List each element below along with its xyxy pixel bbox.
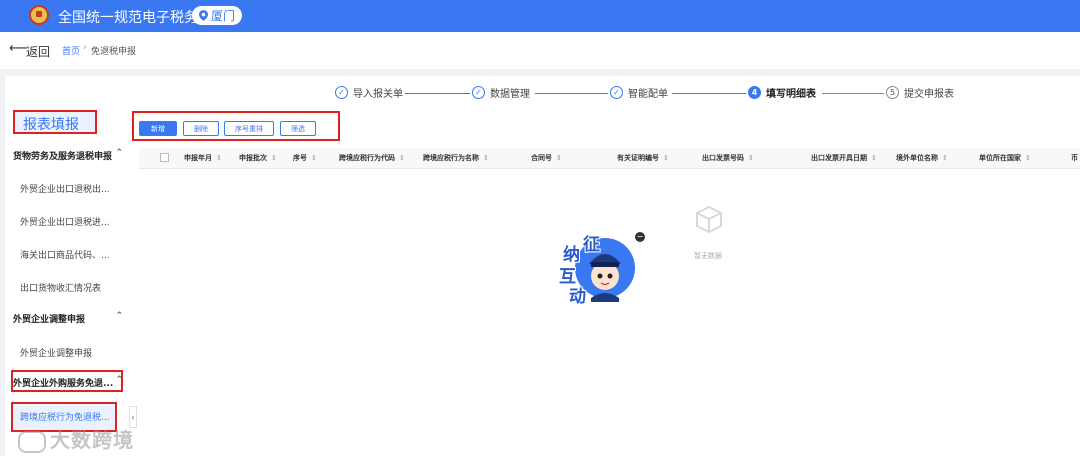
mascot-text: 动 (569, 287, 586, 307)
sidebar-item-active[interactable]: 跨境应税行为免退税... (20, 410, 110, 423)
table-header: 申报年月 ⇕ 申报批次 ⇕ 序号 ⇕ 跨境应税行为代码 ⇕ 跨境应税行为名称 ⇕ 合同号 ⇕… (139, 148, 1080, 169)
chevron-up-icon: ⌃ (115, 311, 123, 321)
back-arrow-icon[interactable]: ⟵ (9, 41, 28, 56)
empty-box-icon (696, 205, 722, 234)
progress-stepper: ✓ 导入报关单 ✓ 数据管理 ✓ 智能配单 4 填写明细表 5 提交申报表 (5, 76, 1080, 110)
sort-icon: ⇕ (748, 154, 754, 162)
sidebar-item[interactable]: 外贸企业出口退税出... (20, 182, 110, 195)
sort-icon: ⇕ (399, 154, 405, 162)
breadcrumb-current: 免退税申报 (91, 47, 137, 57)
breadcrumb-separator: › (83, 43, 87, 53)
select-all-checkbox[interactable] (160, 153, 169, 162)
sidebar-item[interactable]: 外贸企业出口退税进... (20, 215, 110, 228)
sidebar-group-purchased-services[interactable]: 外贸企业外购服务免退... ⌃ (5, 373, 129, 391)
sort-icon: ⇕ (311, 154, 317, 162)
tax-emblem-icon (29, 5, 49, 25)
step-number: 5 (886, 86, 899, 99)
column-header[interactable]: 申报年月 ⇕ (184, 153, 222, 163)
top-bar: 全国统一规范电子税务局 厦门 (0, 0, 1080, 32)
sidebar-group-goods-services[interactable]: 货物劳务及服务退税申报 ⌃ (5, 146, 129, 164)
delete-button[interactable]: 删除 (183, 121, 219, 136)
column-header[interactable]: 币 (1071, 153, 1078, 163)
chevron-up-icon: ⌃ (115, 375, 123, 385)
empty-state-text: 暂无数据 (694, 252, 722, 260)
back-button[interactable]: 返回 (26, 43, 50, 60)
step-label: 填写明细表 (766, 89, 816, 100)
column-header[interactable]: 合同号 ⇕ (531, 153, 562, 163)
mascot-close-button[interactable]: − (635, 232, 645, 242)
step-submit[interactable]: 5 提交申报表 (886, 85, 954, 100)
sort-icon: ⇕ (942, 154, 948, 162)
location-pin-icon (198, 10, 208, 21)
watermark-text: 大数跨境 (50, 428, 134, 452)
step-data-management[interactable]: ✓ 数据管理 (472, 85, 530, 100)
step-smart-matching[interactable]: ✓ 智能配单 (610, 85, 668, 100)
step-label: 智能配单 (628, 89, 668, 100)
step-number: 4 (748, 86, 761, 99)
add-button[interactable]: 新增 (139, 121, 177, 136)
step-label: 导入报关单 (353, 89, 403, 100)
sidebar-item[interactable]: 出口货物收汇情况表 (20, 281, 101, 294)
main-panel: ✓ 导入报关单 ✓ 数据管理 ✓ 智能配单 4 填写明细表 5 提交申报表 报表… (5, 76, 1080, 456)
check-icon: ✓ (610, 86, 623, 99)
column-header[interactable]: 序号 ⇕ (293, 153, 317, 163)
sort-icon: ⇕ (216, 154, 222, 162)
sort-icon: ⇕ (483, 154, 489, 162)
city-label: 厦门 (210, 9, 235, 23)
column-header[interactable]: 申报批次 ⇕ (239, 153, 277, 163)
breadcrumb-home[interactable]: 首页 (62, 44, 80, 57)
column-header[interactable]: 跨境应税行为代码 ⇕ (339, 153, 405, 163)
sidebar-group-adjustment[interactable]: 外贸企业调整申报 ⌃ (5, 309, 129, 327)
sidebar-title: 报表填报 (13, 110, 97, 134)
chevron-up-icon: ⌃ (115, 148, 123, 158)
step-fill-details[interactable]: 4 填写明细表 (748, 85, 816, 100)
filter-button[interactable]: 筛选 (280, 121, 316, 136)
sort-icon: ⇕ (1025, 154, 1031, 162)
mascot-text: 征 (583, 235, 600, 255)
sort-icon: ⇕ (871, 154, 877, 162)
step-connector (535, 93, 608, 94)
app-title: 全国统一规范电子税务局 (58, 10, 212, 26)
check-icon: ✓ (335, 86, 348, 99)
step-label: 提交申报表 (904, 89, 954, 100)
watermark-logo-icon (18, 430, 46, 453)
watermark: 大数跨境 (18, 424, 134, 453)
column-header[interactable]: 单位所在国家 ⇕ (979, 153, 1031, 163)
step-import-declaration[interactable]: ✓ 导入报关单 (335, 85, 403, 100)
sidebar-item[interactable]: 外贸企业调整申报 (20, 346, 92, 359)
column-header[interactable]: 境外单位名称 ⇕ (896, 153, 948, 163)
step-connector (822, 93, 884, 94)
step-label: 数据管理 (490, 89, 530, 100)
sort-icon: ⇕ (663, 154, 669, 162)
column-header[interactable]: 跨境应税行为名称 ⇕ (423, 153, 489, 163)
column-header[interactable]: 出口发票开具日期 ⇕ (811, 153, 877, 163)
sort-icon: ⇕ (271, 154, 277, 162)
column-header[interactable]: 有关证明编号 ⇕ (617, 153, 669, 163)
assistant-mascot[interactable]: 征 纳 互 动 (553, 226, 643, 307)
navigation-bar: ⟵ 返回 首页 › 免退税申报 (0, 32, 1080, 69)
column-header[interactable]: 出口发票号码 ⇕ (702, 153, 754, 163)
sidebar-item[interactable]: 海关出口商品代码、... (20, 248, 110, 261)
step-connector (672, 93, 746, 94)
check-icon: ✓ (472, 86, 485, 99)
reorder-button[interactable]: 序号重排 (224, 121, 274, 136)
step-connector (405, 93, 470, 94)
sort-icon: ⇕ (556, 154, 562, 162)
sidebar: 报表填报 货物劳务及服务退税申报 ⌃ 外贸企业出口退税出... 外贸企业出口退税… (5, 110, 129, 456)
city-selector[interactable]: 厦门 (192, 6, 242, 25)
